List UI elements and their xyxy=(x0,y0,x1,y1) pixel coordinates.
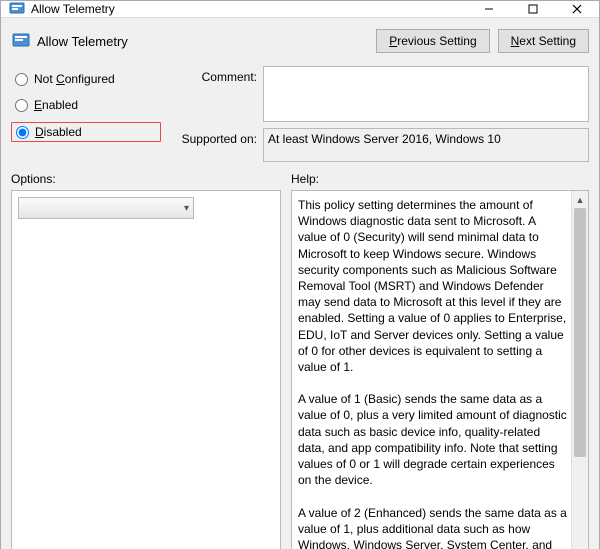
supported-textarea xyxy=(263,128,589,162)
radio-not-configured-input[interactable] xyxy=(15,73,28,86)
scroll-up-icon[interactable]: ▲ xyxy=(572,191,588,208)
previous-setting-button[interactable]: Previous Setting xyxy=(376,29,489,53)
options-column: Options: ▾ xyxy=(11,172,281,549)
minimize-button[interactable] xyxy=(467,1,511,17)
policy-title: Allow Telemetry xyxy=(37,34,376,49)
radio-enabled-input[interactable] xyxy=(15,99,28,112)
next-setting-button[interactable]: Next Setting xyxy=(498,29,589,53)
options-label: Options: xyxy=(11,172,281,190)
close-button[interactable] xyxy=(555,1,599,17)
titlebar: Allow Telemetry xyxy=(1,1,599,18)
radio-disabled-input[interactable] xyxy=(16,126,29,139)
config-row: Not Configured Enabled Disabled Comment: xyxy=(11,66,589,162)
header-row: Allow Telemetry Previous Setting Next Se… xyxy=(11,24,589,58)
radio-enabled[interactable]: Enabled xyxy=(11,96,161,114)
maximize-button[interactable] xyxy=(511,1,555,17)
scroll-track[interactable] xyxy=(572,208,588,549)
policy-editor-window: Allow Telemetry Allow Telemetry xyxy=(0,0,600,549)
policy-icon xyxy=(11,31,31,51)
nav-buttons: Previous Setting Next Setting xyxy=(376,29,589,53)
comment-column: Comment: Supported on: xyxy=(171,66,589,162)
policy-icon xyxy=(9,1,25,17)
dialog-body: Allow Telemetry Previous Setting Next Se… xyxy=(1,18,599,549)
window-title: Allow Telemetry xyxy=(31,2,467,16)
help-scrollbar[interactable]: ▲ ▼ xyxy=(571,191,588,549)
comment-textarea[interactable] xyxy=(263,66,589,122)
window-controls xyxy=(467,1,599,17)
comment-label: Comment: xyxy=(171,66,257,122)
help-label: Help: xyxy=(291,172,589,190)
options-panel: ▾ xyxy=(11,190,281,549)
help-column: Help: This policy setting determines the… xyxy=(291,172,589,549)
radio-disabled[interactable]: Disabled xyxy=(11,122,161,142)
supported-label: Supported on: xyxy=(171,128,257,162)
comment-row: Comment: xyxy=(171,66,589,122)
options-combo[interactable]: ▾ xyxy=(18,197,194,219)
scroll-thumb[interactable] xyxy=(574,208,586,457)
mid-split: Options: ▾ Help: This policy setting det… xyxy=(11,172,589,549)
help-panel: This policy setting determines the amoun… xyxy=(291,190,589,549)
state-radios: Not Configured Enabled Disabled xyxy=(11,66,161,162)
help-text: This policy setting determines the amoun… xyxy=(292,191,571,549)
radio-not-configured[interactable]: Not Configured xyxy=(11,70,161,88)
supported-row: Supported on: xyxy=(171,128,589,162)
chevron-down-icon: ▾ xyxy=(184,203,189,214)
